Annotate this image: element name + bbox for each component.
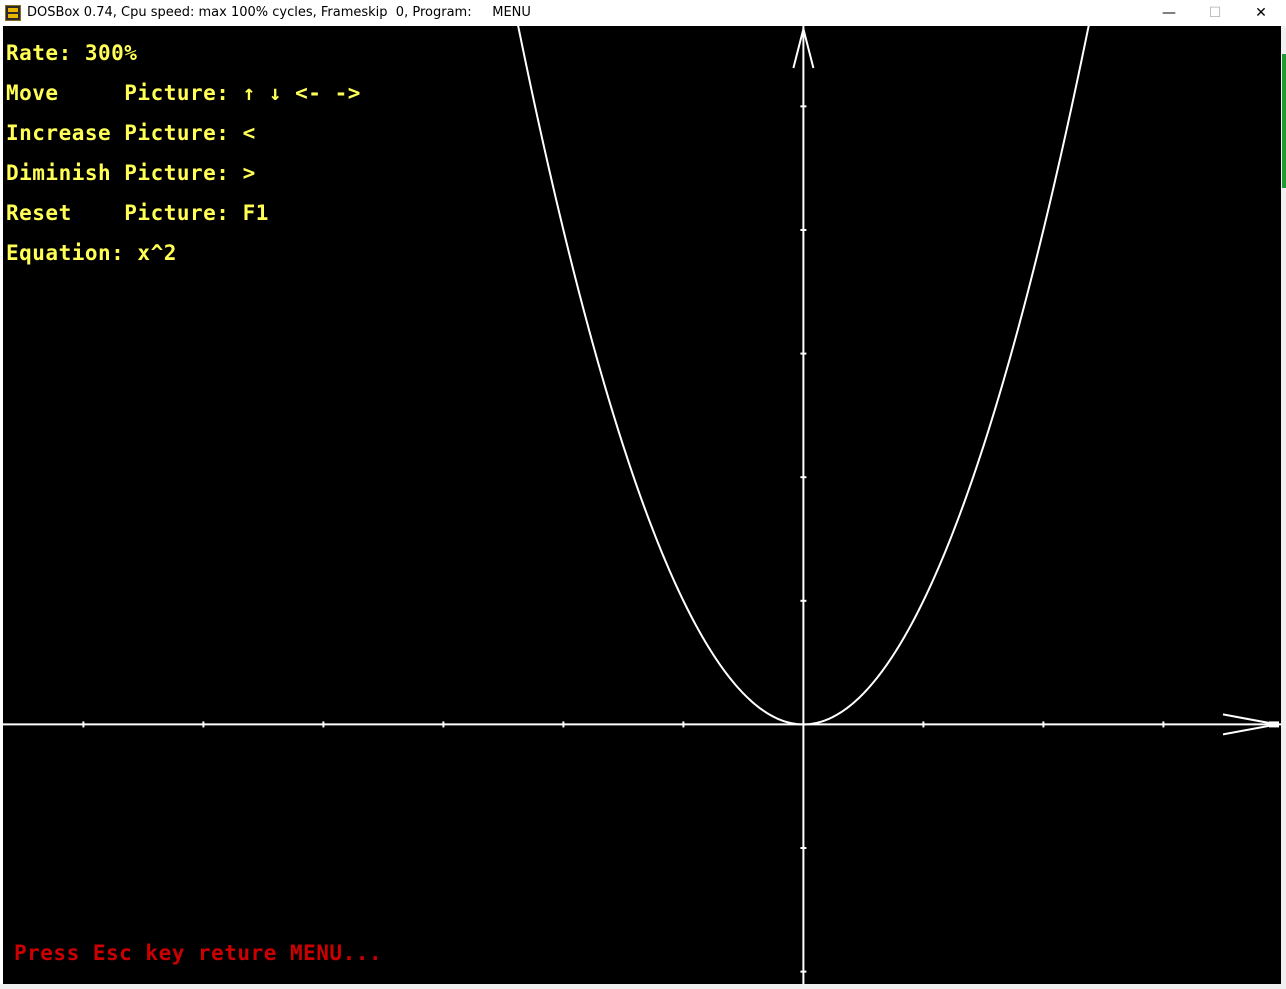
desktop-edge-bottom (0, 984, 1286, 989)
maximize-button[interactable]: ☐ (1192, 0, 1238, 26)
minimize-button[interactable]: — (1146, 0, 1192, 26)
desktop-edge (1281, 26, 1286, 989)
diminish-instruction: Diminish Picture: > (6, 161, 256, 185)
window-title: DOSBox 0.74, Cpu speed: max 100% cycles,… (27, 5, 531, 20)
reset-instruction: Reset Picture: F1 (6, 201, 269, 225)
increase-instruction: Increase Picture: < (6, 121, 256, 145)
rate-text: Rate: 300% (6, 41, 138, 65)
desktop-edge-accent (1282, 54, 1286, 188)
move-instruction: Move Picture: ↑ ↓ <- -> (6, 81, 361, 105)
close-button[interactable]: ✕ (1238, 0, 1284, 26)
esc-instruction: Press Esc key reture MENU... (14, 941, 383, 965)
equation-text: Equation: x^2 (6, 241, 177, 265)
dosbox-icon[interactable] (5, 5, 21, 21)
title-bar[interactable]: DOSBox 0.74, Cpu speed: max 100% cycles,… (0, 0, 1286, 26)
x-axis-arrow-tip (1269, 721, 1279, 728)
dos-screen[interactable]: Rate: 300% Move Picture: ↑ ↓ <- -> Incre… (3, 26, 1281, 984)
